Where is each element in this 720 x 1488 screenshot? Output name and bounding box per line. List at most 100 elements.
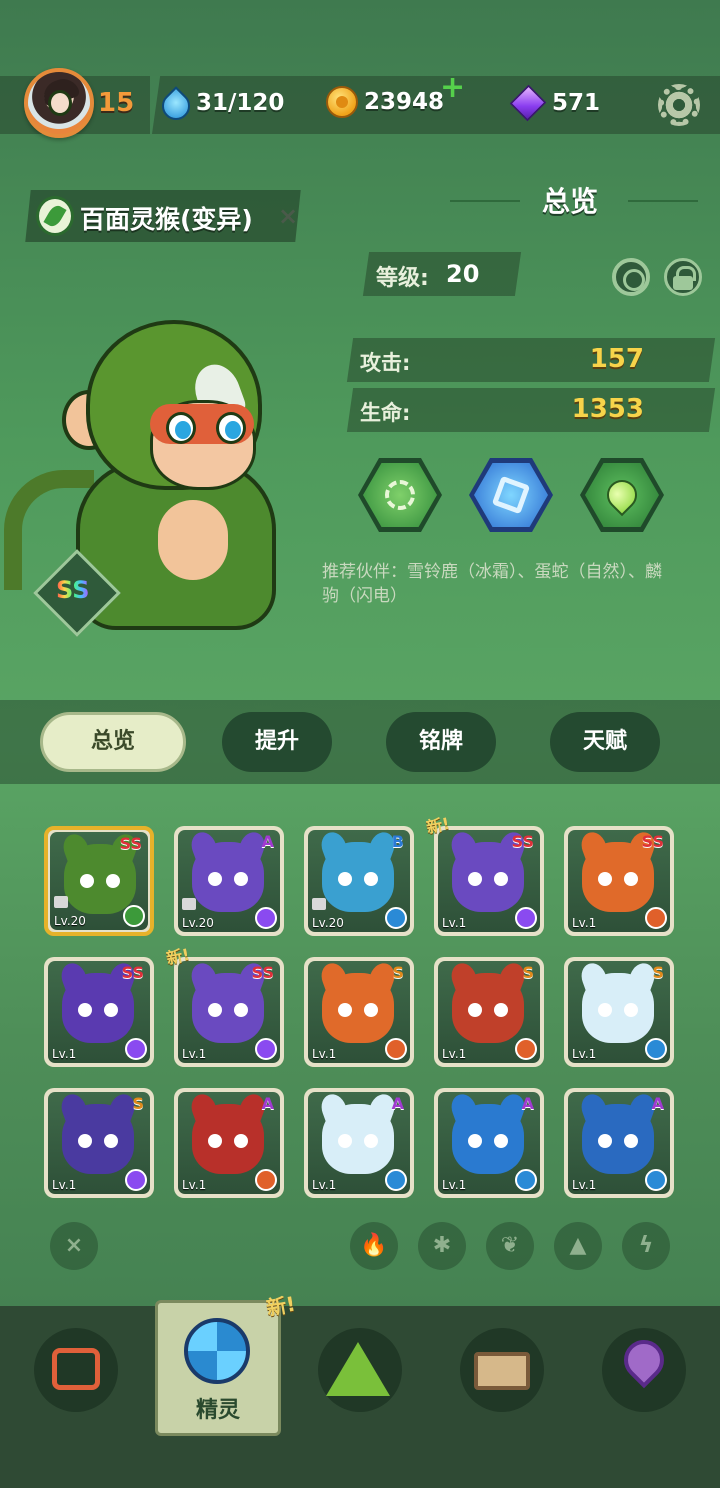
filter-nature-icon[interactable]: ❦ (486, 1222, 534, 1270)
tab-nameplate[interactable]: 铭牌 (386, 712, 496, 772)
pet-creature-art (577, 1092, 659, 1174)
water-drop-icon (160, 86, 188, 120)
pet-creature-art (577, 961, 659, 1043)
attack-value: 157 (589, 344, 644, 374)
pet-rank: S (132, 1094, 144, 1113)
stamina-display: 31/120 (160, 86, 284, 120)
filter-ice-icon[interactable]: ✱ (418, 1222, 466, 1270)
target-icon[interactable] (612, 258, 650, 296)
pet-rank: SS (119, 834, 142, 853)
pet-level: Lv.20 (312, 916, 344, 930)
pet-card[interactable]: SS Lv.1 (174, 957, 284, 1067)
mountain-icon[interactable] (318, 1328, 402, 1412)
gem-icon (509, 84, 547, 122)
filter-fire-icon[interactable]: 🔥 (350, 1222, 398, 1270)
skill-wind-icon[interactable] (358, 458, 442, 532)
pet-level: Lv.1 (182, 1047, 207, 1061)
pet-card[interactable]: A Lv.1 (304, 1088, 414, 1198)
lightning-element-icon (255, 1038, 277, 1060)
settings-gear-icon[interactable] (658, 84, 700, 126)
nav-new-tag: 新! (264, 1291, 298, 1321)
pet-card[interactable]: A Lv.1 (434, 1088, 544, 1198)
pet-creature-art (317, 830, 399, 912)
pet-rank: A (651, 1094, 664, 1113)
stamina-value: 31/120 (196, 90, 285, 116)
pet-level: Lv.1 (442, 1178, 467, 1192)
ice-element-icon (515, 1169, 537, 1191)
pet-creature-art (577, 830, 659, 912)
pet-rank: A (261, 832, 274, 851)
lock-icon[interactable] (664, 258, 702, 296)
player-level: 15 (98, 88, 135, 118)
pet-rank: SS (251, 963, 274, 982)
pet-rank: B (391, 832, 404, 851)
skill-seed-icon[interactable] (580, 458, 664, 532)
add-coins-button[interactable]: + (440, 73, 465, 103)
title-ornament-left (450, 200, 520, 202)
tab-talent[interactable]: 天赋 (550, 712, 660, 772)
filter-lightning-icon[interactable]: ϟ (622, 1222, 670, 1270)
pet-creature-art (59, 832, 141, 914)
tab-overview[interactable]: 总览 (40, 712, 186, 772)
lock-icon (54, 896, 68, 908)
filter-rock-icon[interactable]: ▲ (554, 1222, 602, 1270)
ice-element-icon (385, 1169, 407, 1191)
new-tag: 新! (164, 944, 192, 969)
ice-element-icon (385, 907, 407, 929)
pet-card[interactable]: B Lv.20 (304, 826, 414, 936)
pet-card[interactable]: A Lv.1 (174, 1088, 284, 1198)
gem-value: 571 (552, 90, 601, 116)
pet-card[interactable]: SS Lv.1 (564, 826, 674, 936)
pet-creature-art (57, 961, 139, 1043)
pet-creature-art (447, 830, 529, 912)
pet-card[interactable]: S Lv.1 (564, 957, 674, 1067)
pet-level: Lv.1 (442, 916, 467, 930)
pet-creature-art (57, 1092, 139, 1174)
spirit-icon[interactable] (184, 1318, 250, 1384)
pet-creature-art (187, 830, 269, 912)
pet-level: Lv.1 (182, 1178, 207, 1192)
fire-element-icon (515, 1038, 537, 1060)
lock-icon (312, 898, 326, 910)
battle-icon[interactable] (34, 1328, 118, 1412)
pet-level: Lv.20 (54, 914, 86, 928)
pet-level: Lv.1 (52, 1178, 77, 1192)
pet-level: Lv.1 (312, 1047, 337, 1061)
pet-card[interactable]: SS Lv.20 (44, 826, 154, 936)
pet-card[interactable]: S Lv.1 (44, 1088, 154, 1198)
clear-filter-button[interactable]: × (50, 1222, 98, 1270)
map-pin-icon[interactable] (602, 1328, 686, 1412)
fire-element-icon (385, 1038, 407, 1060)
panel-title: 总览 (541, 185, 598, 218)
pet-creature-art (447, 1092, 529, 1174)
pet-card[interactable]: A Lv.20 (174, 826, 284, 936)
pet-card[interactable]: A Lv.1 (564, 1088, 674, 1198)
pet-card[interactable]: S Lv.1 (304, 957, 414, 1067)
pet-rank: A (261, 1094, 274, 1113)
chest-icon[interactable] (460, 1328, 544, 1412)
nature-element-icon (36, 196, 74, 236)
gem-display: 571 (509, 84, 601, 122)
pet-creature-art (317, 1092, 399, 1174)
coin-value: 23948 (364, 89, 445, 115)
player-avatar[interactable] (24, 68, 94, 138)
pet-creature-art (187, 961, 269, 1043)
pet-rank: SS (511, 832, 534, 851)
skill-shield-icon[interactable] (469, 458, 553, 532)
pet-name: 百面灵猴(变异) (80, 205, 253, 234)
pet-creature-art (187, 1092, 269, 1174)
nav-spirit-label: 精灵 (195, 1398, 240, 1423)
hp-value: 1353 (571, 394, 644, 424)
pet-card[interactable]: SS Lv.1 (434, 826, 544, 936)
rename-close-icon[interactable]: × (278, 202, 298, 230)
pet-level: Lv.1 (312, 1178, 337, 1192)
pet-card[interactable]: S Lv.1 (434, 957, 544, 1067)
fire-element-icon (645, 907, 667, 929)
attack-label: 攻击: (360, 351, 411, 375)
pet-card[interactable]: SS Lv.1 (44, 957, 154, 1067)
new-tag: 新! (424, 813, 452, 838)
pet-creature-art (447, 961, 529, 1043)
coin-icon (326, 86, 358, 118)
tab-upgrade[interactable]: 提升 (222, 712, 332, 772)
pet-rank: A (391, 1094, 404, 1113)
